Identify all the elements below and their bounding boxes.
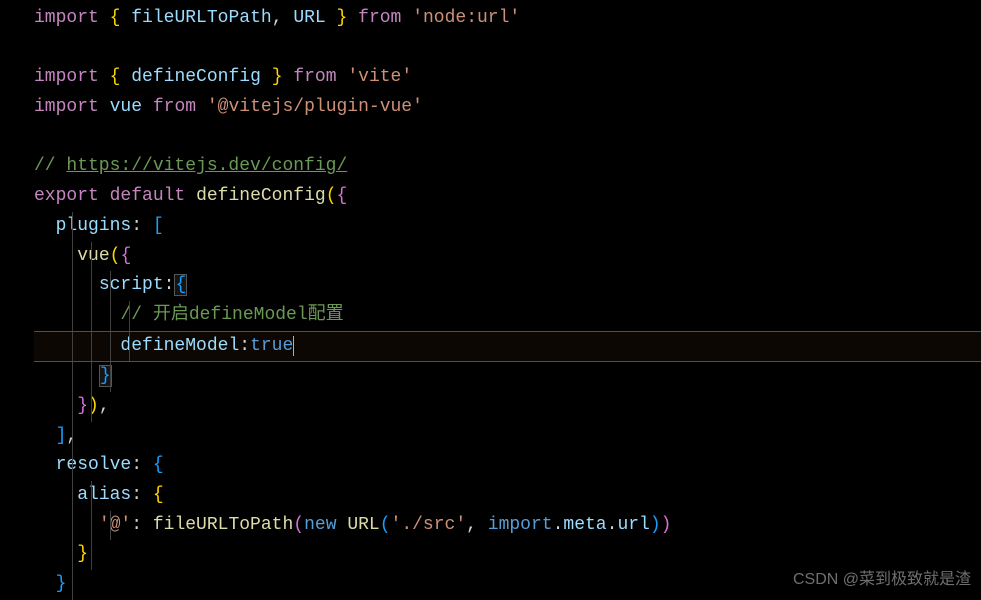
code-line: alias: { [34, 481, 981, 511]
code-line: ], [34, 422, 981, 452]
code-line: plugins: [ [34, 212, 981, 242]
code-line: import vue from '@vitejs/plugin-vue' [34, 93, 981, 123]
watermark: CSDN @菜到极致就是渣 [793, 567, 971, 593]
code-line-active: defineModel:true [34, 331, 981, 363]
code-line [34, 34, 981, 64]
code-line [34, 123, 981, 153]
code-line: // https://vitejs.dev/config/ [34, 152, 981, 182]
code-line: '@': fileURLToPath(new URL('./src', impo… [34, 511, 981, 541]
code-line: import { fileURLToPath, URL } from 'node… [34, 4, 981, 34]
code-line: script:{ [34, 271, 981, 301]
code-line: } [34, 362, 981, 392]
code-line: export default defineConfig({ [34, 182, 981, 212]
code-line: }), [34, 392, 981, 422]
code-line: } [34, 540, 981, 570]
code-line: resolve: { [34, 451, 981, 481]
code-line: // 开启defineModel配置 [34, 301, 981, 331]
code-editor[interactable]: import { fileURLToPath, URL } from 'node… [0, 4, 981, 600]
code-line: vue({ [34, 242, 981, 272]
code-line: import { defineConfig } from 'vite' [34, 63, 981, 93]
